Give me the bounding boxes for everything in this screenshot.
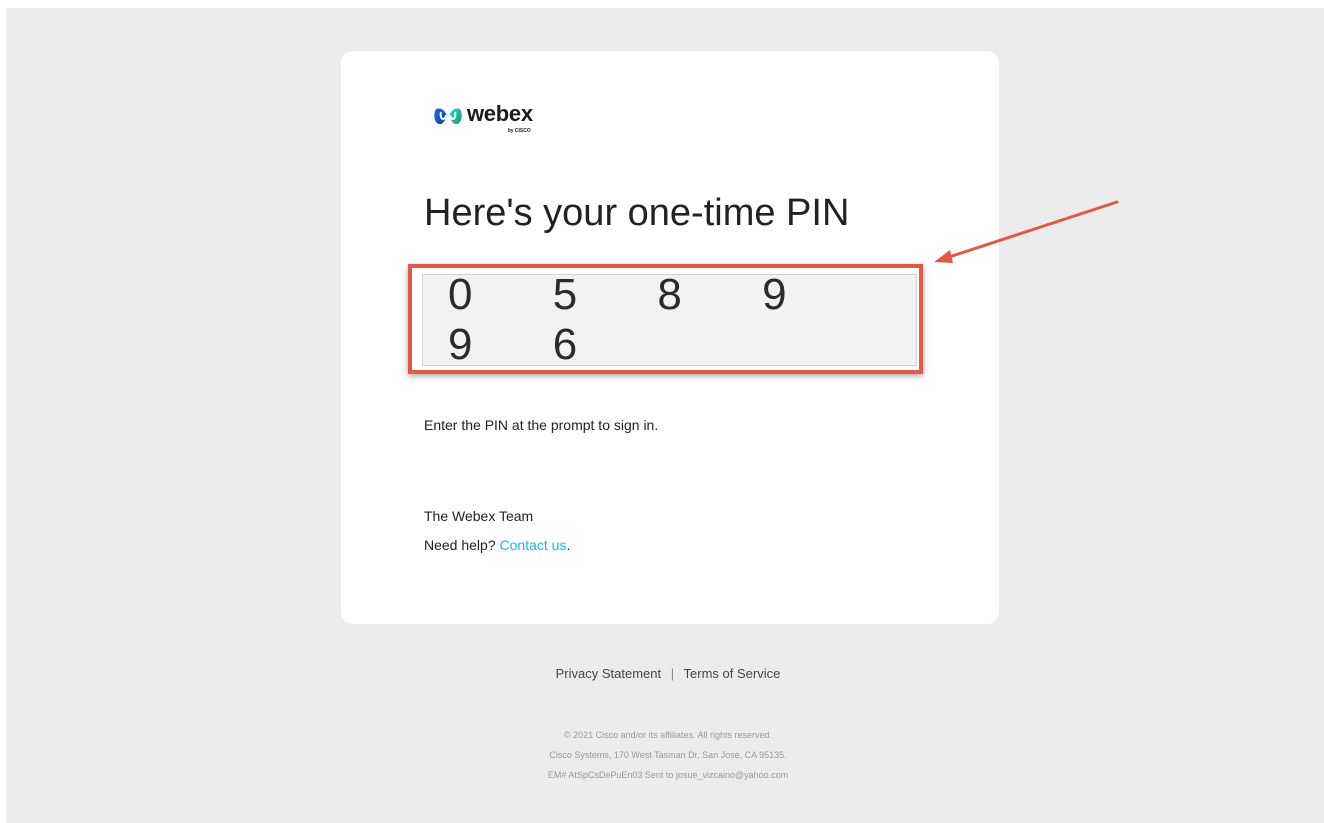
logo-wordmark: webex bbox=[467, 101, 533, 126]
privacy-statement-link[interactable]: Privacy Statement bbox=[556, 666, 662, 681]
pin-code: 0 5 8 9 9 6 bbox=[448, 270, 821, 369]
webex-logo: webex by CISCO bbox=[433, 101, 533, 134]
contact-us-link[interactable]: Contact us bbox=[500, 537, 567, 553]
terms-of-service-link[interactable]: Terms of Service bbox=[684, 666, 781, 681]
page-title: Here's your one-time PIN bbox=[424, 192, 850, 234]
signoff-text: The Webex Team bbox=[424, 508, 534, 524]
help-line: Need help? Contact us. bbox=[424, 537, 570, 553]
address-text: Cisco Systems, 170 West Tasman Dr, San J… bbox=[549, 750, 787, 760]
email-card: webex by CISCO Here's your one-time PIN … bbox=[341, 51, 999, 624]
footer-links: Privacy Statement | Terms of Service bbox=[0, 666, 1324, 681]
annotation-arrow bbox=[934, 200, 1119, 263]
logo-sub: by CISCO bbox=[507, 128, 531, 134]
help-prefix: Need help? bbox=[424, 537, 500, 553]
footer-separator: | bbox=[670, 666, 675, 681]
instruction-text: Enter the PIN at the prompt to sign in. bbox=[424, 417, 659, 433]
webex-logo-icon bbox=[434, 108, 462, 125]
copyright-text: © 2021 Cisco and/or its affiliates. All … bbox=[563, 730, 773, 740]
sent-to-text: EM# AtSpCsDePuEn03 Sent to josue_vizcain… bbox=[547, 770, 789, 780]
help-suffix: . bbox=[566, 537, 571, 553]
pin-box: 0 5 8 9 9 6 bbox=[422, 270, 917, 369]
